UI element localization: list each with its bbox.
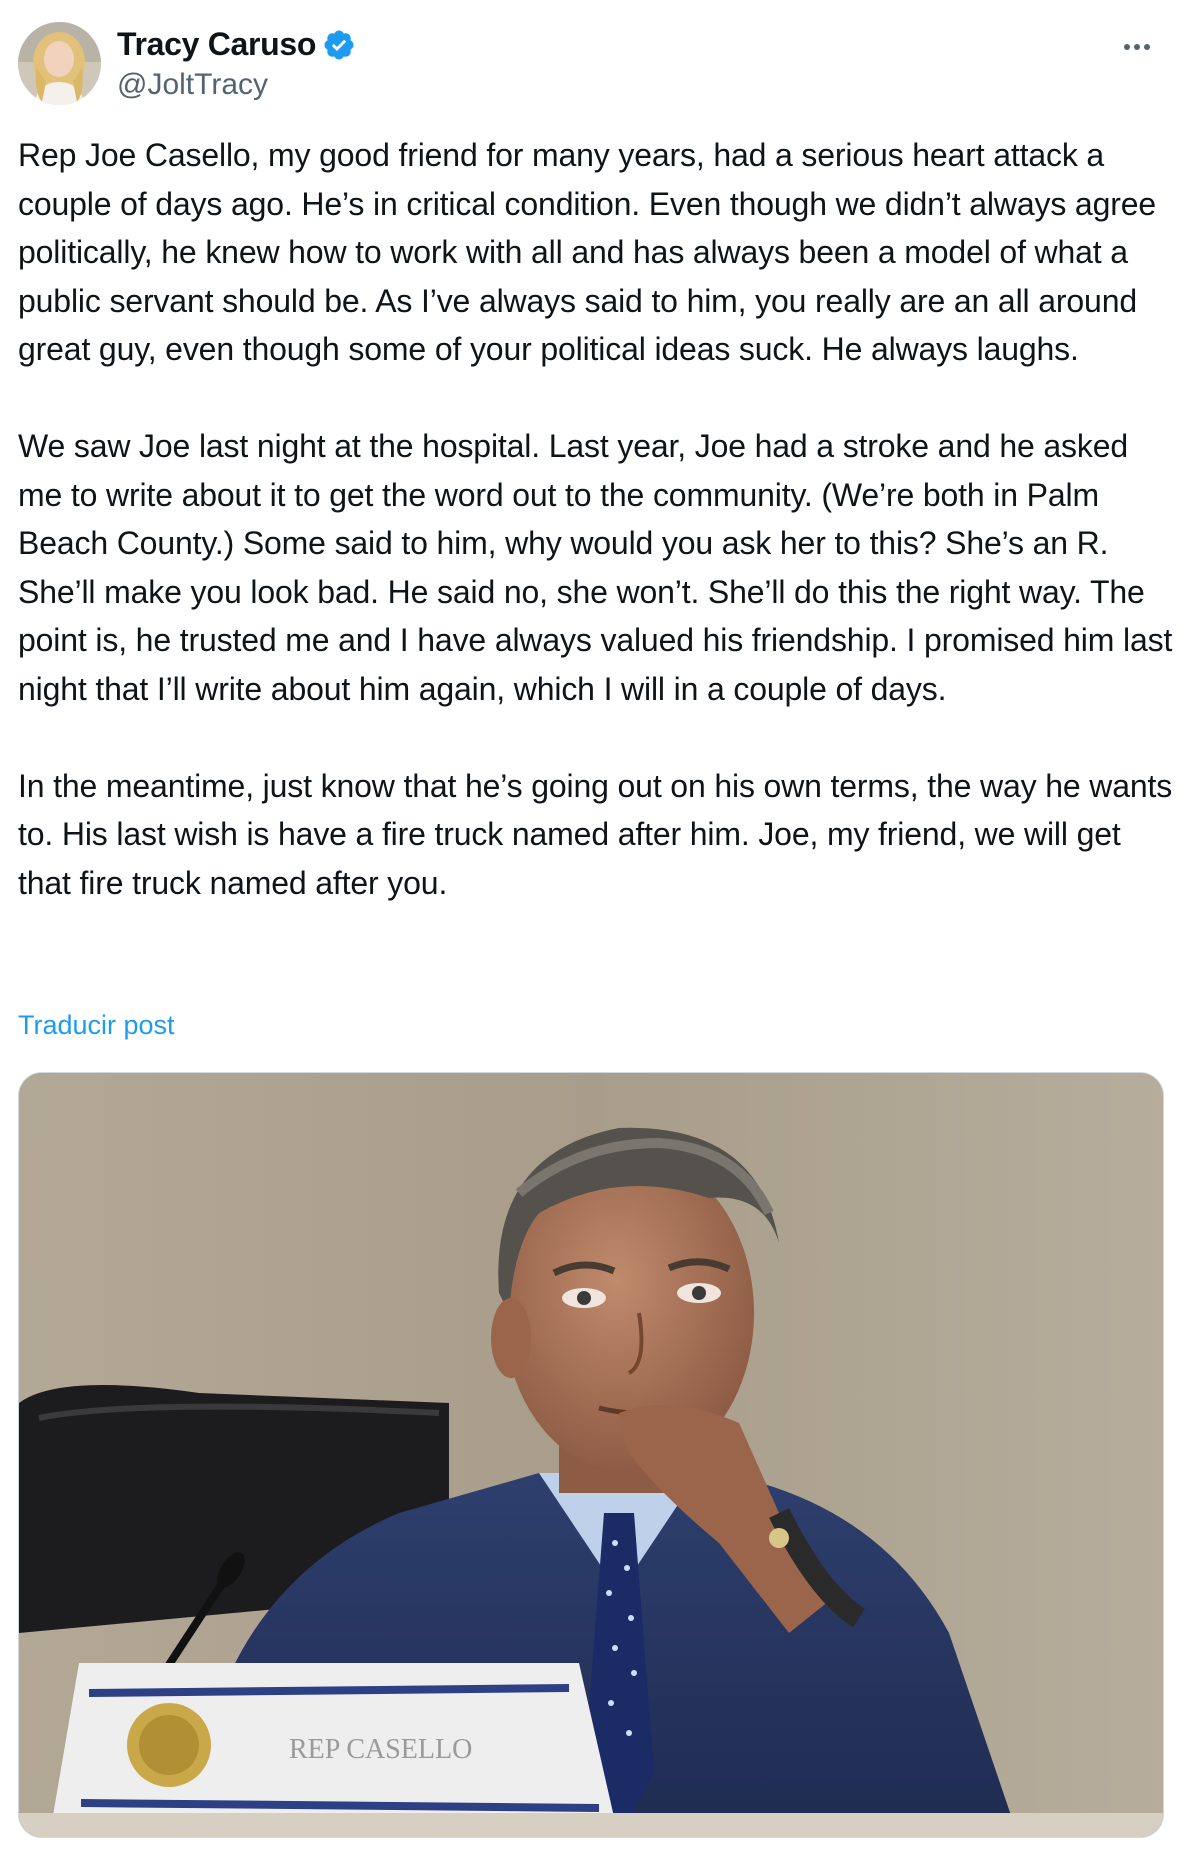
tweet-text: Rep Joe Casello, my good friend for many… xyxy=(18,131,1178,907)
tweet-header: Tracy Caruso @JoltTracy xyxy=(18,22,1182,112)
user-handle[interactable]: @JoltTracy xyxy=(117,68,268,102)
more-options-button[interactable] xyxy=(1112,32,1162,62)
nameplate-text: REP CASELLO xyxy=(289,1734,472,1765)
tweet-card: Tracy Caruso @JoltTracy Rep Joe Casello,… xyxy=(0,0,1200,1854)
display-name[interactable]: Tracy Caruso xyxy=(117,26,316,63)
verified-badge-icon xyxy=(324,29,354,60)
translate-post-link[interactable]: Traducir post xyxy=(18,1010,175,1041)
tweet-media-photo[interactable]: REP CASELLO xyxy=(18,1072,1164,1838)
tweet-paragraph: In the meantime, just know that he’s goi… xyxy=(18,767,1173,901)
name-row: Tracy Caruso xyxy=(117,26,356,63)
more-horizontal-icon xyxy=(1124,44,1130,50)
avatar[interactable] xyxy=(18,22,101,105)
tweet-paragraph: Rep Joe Casello, my good friend for many… xyxy=(18,137,1157,367)
tweet-paragraph: We saw Joe last night at the hospital. L… xyxy=(18,428,1173,707)
photo-image: REP CASELLO xyxy=(19,1073,1163,1837)
